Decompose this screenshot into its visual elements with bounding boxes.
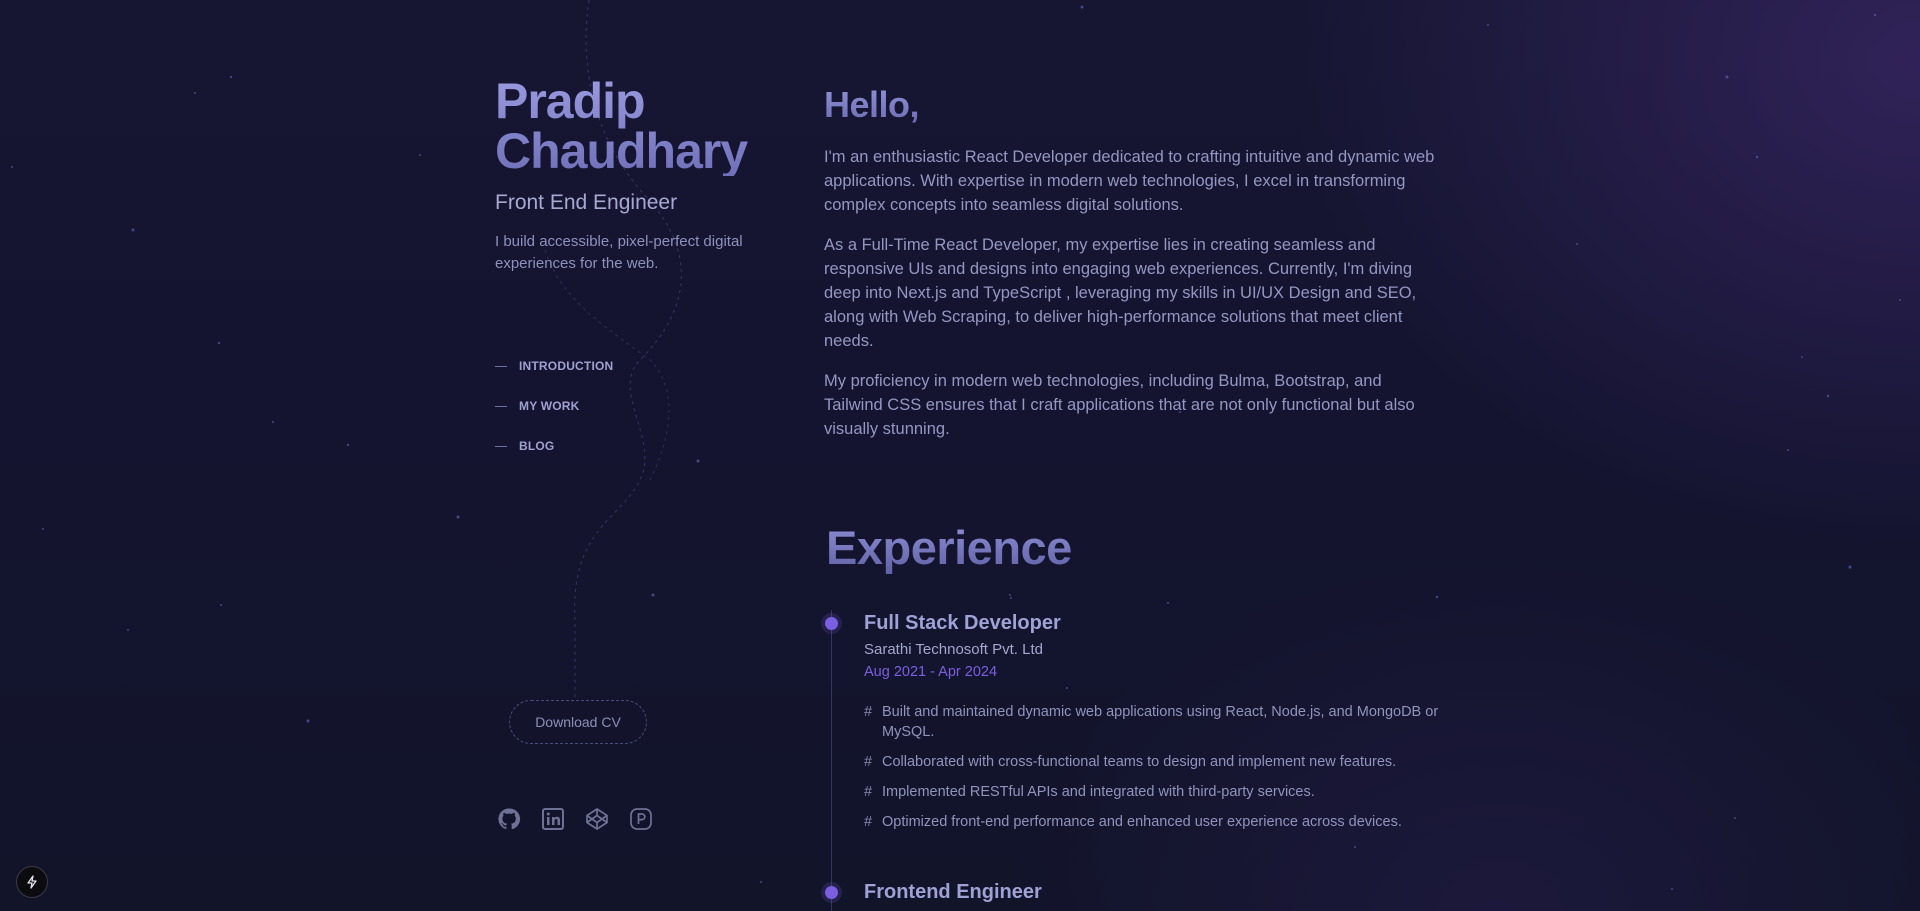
social-links <box>497 804 653 834</box>
list-item: # Implemented RESTful APIs and integrate… <box>864 782 1444 802</box>
intro-section: I'm an enthusiastic React Developer dedi… <box>824 145 1444 457</box>
experience-heading: Experience <box>826 521 1072 574</box>
list-item: # Built and maintained dynamic web appli… <box>864 702 1444 742</box>
intro-paragraph: I'm an enthusiastic React Developer dedi… <box>824 148 1435 214</box>
bullet-hash: # <box>864 814 873 830</box>
list-item-text: Collaborated with cross-functional teams… <box>882 754 1397 770</box>
timeline-dot <box>825 617 838 630</box>
nav-item-blog[interactable]: BLOG <box>495 426 613 466</box>
profile-name: Pradip Chaudhary <box>495 76 795 176</box>
list-item: # Optimized front-end performance and en… <box>864 812 1444 832</box>
section-nav: INTRODUCTION MY WORK BLOG <box>495 346 613 466</box>
download-cv-button[interactable]: Download CV <box>509 700 647 744</box>
nav-item-my-work[interactable]: MY WORK <box>495 386 613 426</box>
bullet-hash: # <box>864 704 873 720</box>
nav-item-label: INTRODUCTION <box>519 359 614 373</box>
intro-paragraph: My proficiency in modern web technologie… <box>824 372 1415 438</box>
intro-paragraph: As a Full-Time React Developer, my exper… <box>824 236 1417 350</box>
nav-item-label: BLOG <box>519 439 555 453</box>
linkedin-icon[interactable] <box>541 804 565 834</box>
nav-indicator-line <box>495 365 507 367</box>
nav-indicator-line <box>495 445 507 447</box>
profile-tagline: I build accessible, pixel-perfect digita… <box>495 233 743 272</box>
bullet-hash: # <box>864 784 873 800</box>
profile-name-last: Chaudhary <box>495 123 748 179</box>
job-title: Full Stack Developer <box>864 612 1061 634</box>
bolt-icon[interactable] <box>16 866 48 898</box>
github-icon[interactable] <box>497 804 521 834</box>
intro-heading: Hello, <box>824 84 920 125</box>
experience-item: Full Stack Developer Sarathi Technosoft … <box>824 609 1444 842</box>
nav-item-label: MY WORK <box>519 399 580 413</box>
list-item-text: Built and maintained dynamic web applica… <box>882 704 1439 740</box>
nav-indicator-line <box>495 405 507 407</box>
job-company: Sarathi Technosoft Pvt. Ltd <box>864 641 1043 658</box>
list-item-text: Implemented RESTful APIs and integrated … <box>882 784 1315 800</box>
profile-role: Front End Engineer <box>495 191 678 214</box>
nav-item-introduction[interactable]: INTRODUCTION <box>495 346 613 386</box>
experience-item: Frontend Engineer <box>824 878 1444 906</box>
codepen-icon[interactable] <box>585 804 609 834</box>
job-title: Frontend Engineer <box>864 881 1042 903</box>
profile-name-first: Pradip <box>495 73 645 129</box>
bullet-hash: # <box>864 754 873 770</box>
timeline-dot <box>825 886 838 899</box>
job-responsibilities: # Built and maintained dynamic web appli… <box>864 702 1444 832</box>
job-dates: Aug 2021 - Apr 2024 <box>864 664 998 680</box>
list-item-text: Optimized front-end performance and enha… <box>882 814 1402 830</box>
list-item: # Collaborated with cross-functional tea… <box>864 752 1444 772</box>
profile-header: Pradip Chaudhary Front End Engineer I bu… <box>495 76 795 275</box>
product-hunt-icon[interactable] <box>629 804 653 834</box>
